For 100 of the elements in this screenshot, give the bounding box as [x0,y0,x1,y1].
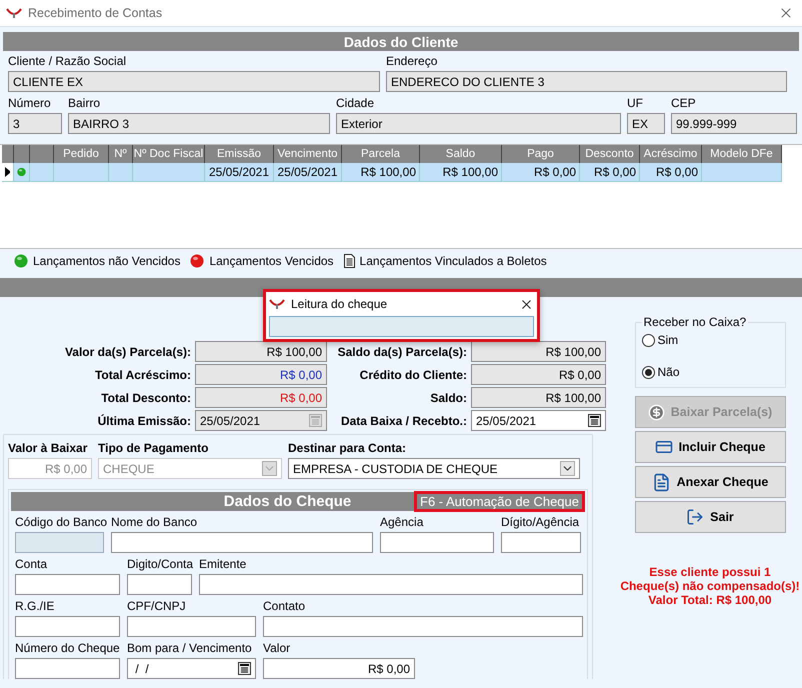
column-header[interactable]: Saldo [420,145,502,163]
alert-text: Cheque(s) não compensado(s)! [620,579,800,593]
field-label: Cliente / Razão Social [8,54,128,68]
dropdown[interactable]: EMPRESA - CUSTODIA DE CHEQUE [288,458,580,479]
logo-icon [6,7,22,19]
text-field[interactable]: ENDERECO DO CLIENTE 3 [386,71,787,92]
field-label: Conta [15,557,48,571]
field-label: Valor [263,641,292,655]
field-label: R.G./IE [15,599,56,613]
field-label: Digito/Conta [127,557,192,571]
text-field[interactable]: 3 [8,113,62,134]
text-field[interactable]: BAIRRO 3 [68,113,330,134]
column-header[interactable]: Emissão [205,145,274,163]
value-field[interactable]: R$ 100,00 [471,387,606,408]
logo-icon [269,298,285,310]
value-field[interactable]: R$ 100,00 [471,341,606,362]
field-label: Bom para / Vencimento [127,641,253,655]
legend-label: Lançamentos não Vencidos [33,254,180,268]
input-field[interactable] [199,574,583,595]
field-label: Endereço [386,54,438,68]
date-field[interactable]: / / [127,658,256,679]
action-button[interactable]: Anexar Cheque [634,466,786,498]
field-label: Crédito do Cliente: [358,368,467,382]
text-field[interactable]: CLIENTE EX [8,71,380,92]
radio-option[interactable]: Sim [642,333,778,347]
value-field[interactable]: R$ 0,00 [195,387,327,408]
legend-label: Lançamentos Vinculados a Boletos [360,254,547,268]
legend-label: Lançamentos Vencidos [209,254,334,268]
field-label: Número do Cheque [15,641,120,655]
input-field[interactable] [15,616,120,637]
field-label: CPF/CNPJ [127,599,187,613]
dollar-icon [648,404,665,420]
chevron-icon [262,461,277,476]
calendar-icon[interactable] [238,662,251,675]
field-label: Bairro [68,96,102,110]
value-field[interactable]: R$ 0,00 [471,364,606,385]
table-cell: R$ 100,00 [342,163,420,182]
field-label: Saldo: [429,390,467,404]
card-icon [654,438,673,456]
alert-text: Valor Total: R$ 100,00 [647,593,773,607]
input-field[interactable] [15,574,120,595]
exit-icon [686,508,704,526]
window-title: Recebimento de Contas [28,6,164,20]
column-header[interactable] [30,145,54,163]
shortcut-hint[interactable]: F6 - Automação de Cheque [414,491,585,512]
calendar-icon[interactable] [588,414,601,427]
group-title: Receber no Caixa? [642,315,748,329]
field-label: Nome do Banco [111,515,198,529]
field-label: Número [8,96,52,110]
alert-text: Esse cliente possui 1 [648,565,772,579]
field-label: Emitente [199,557,248,571]
text-field[interactable]: EX [627,113,665,134]
document-icon [344,254,355,268]
column-header[interactable]: Pedido [54,145,109,163]
field-label: Total Acréscimo: [94,368,191,382]
field-label: Valor da(s) Parcela(s): [64,344,191,358]
input-field[interactable] [263,616,583,637]
field-label: Agência [380,515,424,529]
text-field[interactable]: 99.999-999 [671,113,797,134]
radio-option[interactable]: Não [642,365,778,379]
input-field[interactable]: R$ 0,00 [263,658,415,679]
document-icon [652,472,671,492]
column-header[interactable]: Modelo DFe [702,145,782,163]
field-label: Destinar para Conta: [288,441,408,455]
input-field[interactable] [269,316,534,337]
chevron-icon [560,461,575,476]
table-cell: 25/05/2021 [205,163,274,182]
table-cell: R$ 0,00 [640,163,702,182]
column-header[interactable]: Nº [109,145,133,163]
column-header[interactable]: Parcela [342,145,420,163]
column-header[interactable]: Acréscimo [640,145,702,163]
value-field[interactable]: R$ 0,00 [195,364,327,385]
input-field[interactable] [15,658,120,679]
table-cell: R$ 100,00 [420,163,502,182]
input-field[interactable] [127,616,256,637]
dialog-title: Leitura do cheque [291,297,388,311]
column-header[interactable]: Nº Doc Fiscal [133,145,205,163]
column-header[interactable]: Vencimento [274,145,342,163]
input-field[interactable] [127,574,192,595]
table-cell: R$ 0,00 [580,163,640,182]
table-cell: 25/05/2021 [274,163,342,182]
text-field[interactable]: Exterior [336,113,621,134]
column-header[interactable]: Desconto [580,145,640,163]
input-field[interactable] [111,532,373,553]
field-label: Última Emissão: [96,414,191,428]
input-field[interactable] [380,532,494,553]
action-button[interactable]: Sair [634,501,786,533]
field-label: Cidade [336,96,376,110]
value-field[interactable]: R$ 100,00 [195,341,327,362]
field-label: UF [627,96,644,110]
column-header[interactable]: Pago [502,145,580,163]
input-field[interactable] [15,532,104,553]
row-header-cell[interactable] [2,163,14,182]
action-button[interactable]: Incluir Cheque [634,431,786,463]
field-label: Tipo de Pagamento [98,441,210,455]
field-label: Total Desconto: [100,390,191,404]
date-field[interactable]: 25/05/2021 [471,410,606,431]
input-field[interactable] [501,532,581,553]
field-label: Código do Banco [15,515,104,529]
section-header: Dados do Cliente [3,32,799,51]
